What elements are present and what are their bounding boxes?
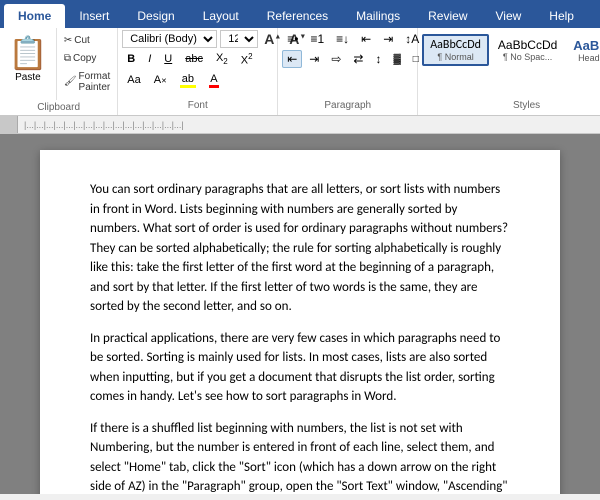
tab-design[interactable]: Design <box>123 4 188 28</box>
font-color-button[interactable]: A <box>204 71 224 90</box>
paste-label: Paste <box>15 72 41 83</box>
normal-style-label: ¶ Normal <box>437 52 473 62</box>
font-group: Calibri (Body) 12 A▲ A▼ B I U abc X2 <box>118 28 278 115</box>
heading1-style-button[interactable]: AaBbCc Heading 1 <box>566 35 600 66</box>
copy-icon: ⧉ <box>64 53 71 64</box>
paragraph-group-label: Paragraph <box>282 98 413 113</box>
styles-group: AaBbCcDd ¶ Normal AaBbCcDd ¶ No Spac... … <box>418 28 600 115</box>
multilevel-list-button[interactable]: ≡↓ <box>331 30 354 48</box>
paragraph-3: If there is a shuffled list beginning wi… <box>90 419 510 495</box>
ribbon: 📋 Paste ✂ Cut ⧉ Copy 🖌 <box>0 28 600 116</box>
tab-help[interactable]: Help <box>535 4 588 28</box>
change-case-button[interactable]: Aa <box>122 72 145 88</box>
bold-button[interactable]: B <box>122 51 140 67</box>
underline-button[interactable]: U <box>159 51 177 67</box>
tab-view[interactable]: View <box>482 4 536 28</box>
align-left-button[interactable]: ⇤ <box>282 50 302 68</box>
paragraph-group: ≡• ≡1 ≡↓ ⇤ ⇥ ↕A ¶ ⇤ ⇥ ⇨ ⇄ ↕ ▓ □ Par <box>278 28 418 115</box>
paintbrush-icon: 🖌 <box>64 76 77 87</box>
font-name-select[interactable]: Calibri (Body) <box>122 30 217 48</box>
paste-button[interactable]: 📋 Paste <box>0 28 56 100</box>
heading1-style-label: Heading 1 <box>578 53 600 63</box>
document-page: You can sort ordinary paragraphs that ar… <box>40 150 560 494</box>
bullets-button[interactable]: ≡• <box>282 30 303 48</box>
clipboard-label: Clipboard <box>0 100 117 115</box>
no-spacing-style-button[interactable]: AaBbCcDd ¶ No Spac... <box>491 35 564 65</box>
ruler: |...|...|...|...|...|...|...|...|...|...… <box>0 116 600 134</box>
superscript-button[interactable]: X2 <box>236 50 258 69</box>
normal-style-button[interactable]: AaBbCcDd ¶ Normal <box>422 34 489 66</box>
format-painter-button[interactable]: 🖌 Format Painter <box>61 70 113 94</box>
copy-button[interactable]: ⧉ Copy <box>61 52 113 65</box>
align-right-button[interactable]: ⇨ <box>326 50 346 68</box>
paste-icon: 📋 <box>8 34 48 72</box>
cut-button[interactable]: ✂ Cut <box>61 34 113 47</box>
no-spacing-style-label: ¶ No Spac... <box>503 52 552 62</box>
tab-review[interactable]: Review <box>414 4 481 28</box>
line-spacing-button[interactable]: ↕ <box>370 50 386 68</box>
italic-button[interactable]: I <box>143 51 156 67</box>
heading1-style-preview: AaBbCc <box>573 38 600 53</box>
paragraph-2: In practical applications, there are ver… <box>90 329 510 407</box>
styles-group-label: Styles <box>422 98 600 113</box>
subscript-button[interactable]: X2 <box>211 50 233 68</box>
clipboard-group: 📋 Paste ✂ Cut ⧉ Copy 🖌 <box>0 28 118 115</box>
increase-indent-button[interactable]: ⇥ <box>378 30 398 48</box>
normal-style-preview: AaBbCcDd <box>430 38 481 52</box>
tab-layout[interactable]: Layout <box>189 4 253 28</box>
document-area: You can sort ordinary paragraphs that ar… <box>0 134 600 494</box>
app-window: Home Insert Design Layout References Mai… <box>0 0 600 494</box>
strikethrough-button[interactable]: abc <box>180 51 208 67</box>
clear-formatting-button[interactable]: A✕ <box>149 72 172 88</box>
tab-insert[interactable]: Insert <box>65 4 123 28</box>
decrease-indent-button[interactable]: ⇤ <box>356 30 376 48</box>
tab-home[interactable]: Home <box>4 4 65 28</box>
paragraph-1: You can sort ordinary paragraphs that ar… <box>90 180 510 317</box>
highlight-color-button[interactable]: ab <box>175 71 201 90</box>
shading-button[interactable]: ▓ <box>388 52 405 67</box>
tab-bar: Home Insert Design Layout References Mai… <box>0 0 600 28</box>
scissors-icon: ✂ <box>64 35 72 46</box>
tab-mailings[interactable]: Mailings <box>342 4 414 28</box>
align-center-button[interactable]: ⇥ <box>304 50 324 68</box>
font-group-label: Font <box>122 98 273 113</box>
justify-button[interactable]: ⇄ <box>348 50 368 68</box>
numbering-button[interactable]: ≡1 <box>305 30 329 48</box>
tab-references[interactable]: References <box>253 4 342 28</box>
no-spacing-style-preview: AaBbCcDd <box>498 38 557 52</box>
font-size-select[interactable]: 12 <box>220 30 258 48</box>
